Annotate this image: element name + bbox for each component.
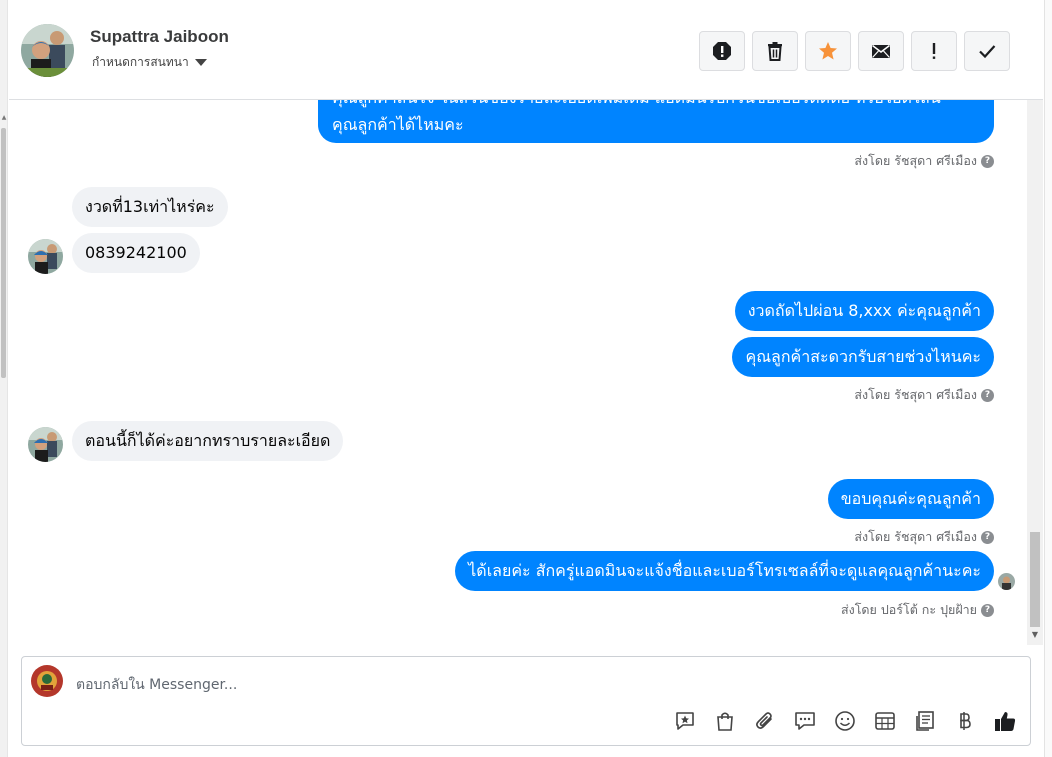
composer-toolbar — [672, 708, 1018, 734]
sent-by-text: ส่งโดย รัชสุดา ศรีเมือง — [854, 529, 977, 544]
mark-unread-button[interactable] — [858, 31, 904, 71]
contact-name[interactable]: Supattra Jaiboon — [90, 27, 229, 47]
message-text: คุณลูกค้าสนใจ ในส่วนของรายละเอียดเพิ่มเต… — [332, 100, 941, 111]
reply-input[interactable]: ตอบกลับใน Messenger... — [76, 674, 237, 696]
thumbs-up-icon — [995, 712, 1016, 731]
sent-by-text: ส่งโดย รัชสุดา ศรีเมือง — [854, 153, 977, 168]
trash-icon — [768, 42, 782, 61]
saved-reply-icon — [676, 712, 694, 730]
incoming-message[interactable]: 0839242100 — [72, 233, 200, 273]
assign-conversation-dropdown[interactable]: กำหนดการสนทนา — [92, 53, 207, 72]
page-avatar — [31, 665, 63, 697]
scroll-up-arrow-icon[interactable]: ▲ — [0, 114, 8, 121]
scroll-down-arrow-icon[interactable]: ▼ — [1027, 630, 1043, 639]
sent-by-label: ส่งโดย รัชสุดา ศรีเมือง ? — [854, 151, 994, 171]
shop-icon — [717, 712, 733, 731]
sent-by-label: ส่งโดย ปอร์โต้ กะ ปุยฝ้าย ? — [841, 600, 994, 620]
sent-by-text: ส่งโดย รัชสุดา ศรีเมือง — [854, 387, 977, 402]
contact-avatar-small[interactable] — [28, 239, 63, 274]
assign-label: กำหนดการสนทนา — [92, 55, 189, 69]
document-button[interactable] — [912, 708, 938, 734]
check-icon — [979, 45, 996, 59]
follow-up-button[interactable] — [911, 31, 957, 71]
help-icon[interactable]: ? — [981, 154, 994, 168]
quick-reply-button[interactable] — [792, 708, 818, 734]
delete-button[interactable] — [752, 31, 798, 71]
done-button[interactable] — [964, 31, 1010, 71]
contact-avatar-small[interactable] — [28, 427, 63, 462]
alert-octagon-icon — [713, 42, 731, 60]
star-icon — [819, 42, 837, 60]
star-button[interactable] — [805, 31, 851, 71]
sent-by-label: ส่งโดย รัชสุดา ศรีเมือง ? — [854, 385, 994, 405]
message-list[interactable]: คุณลูกค้าสนใจ ในส่วนของรายละเอียดเพิ่มเต… — [9, 100, 1027, 645]
outgoing-message[interactable]: ขอบคุณค่ะคุณลูกค้า — [827, 479, 994, 519]
contact-avatar[interactable] — [21, 24, 74, 77]
attach-button[interactable] — [752, 708, 778, 734]
caret-down-icon — [194, 59, 207, 66]
conversation-header: Supattra Jaiboon กำหนดการสนทนา — [9, 0, 1043, 100]
outgoing-message[interactable]: คุณลูกค้าสนใจ ในส่วนของรายละเอียดเพิ่มเต… — [318, 100, 994, 143]
emoji-button[interactable] — [832, 708, 858, 734]
shop-button[interactable] — [712, 708, 738, 734]
envelope-icon — [872, 44, 890, 58]
outer-scrollbar[interactable] — [1044, 0, 1052, 757]
outgoing-message[interactable]: คุณลูกค้าสะดวกรับสายช่วงไหนคะ — [732, 337, 994, 377]
exclamation-icon — [932, 43, 936, 59]
seen-indicator-avatar — [998, 573, 1015, 590]
help-icon[interactable]: ? — [981, 388, 994, 402]
saved-reply-button[interactable] — [672, 708, 698, 734]
table-icon — [875, 712, 895, 730]
message-scrollbar[interactable]: ▼ — [1027, 100, 1043, 645]
message-text: คุณลูกค้าได้ไหมคะ — [332, 115, 464, 134]
attachment-icon — [756, 712, 772, 729]
incoming-message[interactable]: งวดที่13เท่าไหร่คะ — [72, 187, 228, 227]
sent-by-label: ส่งโดย รัชสุดา ศรีเมือง ? — [854, 527, 994, 547]
spam-button[interactable] — [699, 31, 745, 71]
like-button[interactable] — [992, 708, 1018, 734]
conversation-toolbar — [699, 31, 1010, 71]
sent-by-text: ส่งโดย ปอร์โต้ กะ ปุยฝ้าย — [840, 602, 977, 617]
incoming-message[interactable]: ตอนนี้ก็ได้ค่ะอยากทราบรายละเอียด — [72, 421, 344, 461]
help-icon[interactable]: ? — [981, 530, 994, 544]
chat-bubble-icon — [795, 712, 815, 730]
reply-composer: ตอบกลับใน Messenger... — [21, 656, 1031, 746]
outgoing-message[interactable]: ได้เลยค่ะ สักครู่แอดมินจะแจ้งชื่อและเบอร… — [455, 551, 994, 591]
help-icon[interactable]: ? — [981, 603, 994, 617]
scrollbar-thumb[interactable] — [1, 128, 6, 378]
document-icon — [916, 711, 934, 731]
emoji-icon — [835, 711, 855, 731]
baht-icon — [960, 712, 971, 730]
table-button[interactable] — [872, 708, 898, 734]
inbox-conversation: ▲ Supattra Jaiboon กำหนดการสนทนา คุณลูกค… — [0, 0, 1052, 757]
page-scrollbar[interactable]: ▲ — [0, 0, 8, 757]
payment-button[interactable] — [952, 708, 978, 734]
scrollbar-thumb[interactable] — [1030, 532, 1040, 627]
outgoing-message[interactable]: งวดถัดไปผ่อน 8,xxx ค่ะคุณลูกค้า — [734, 291, 994, 331]
